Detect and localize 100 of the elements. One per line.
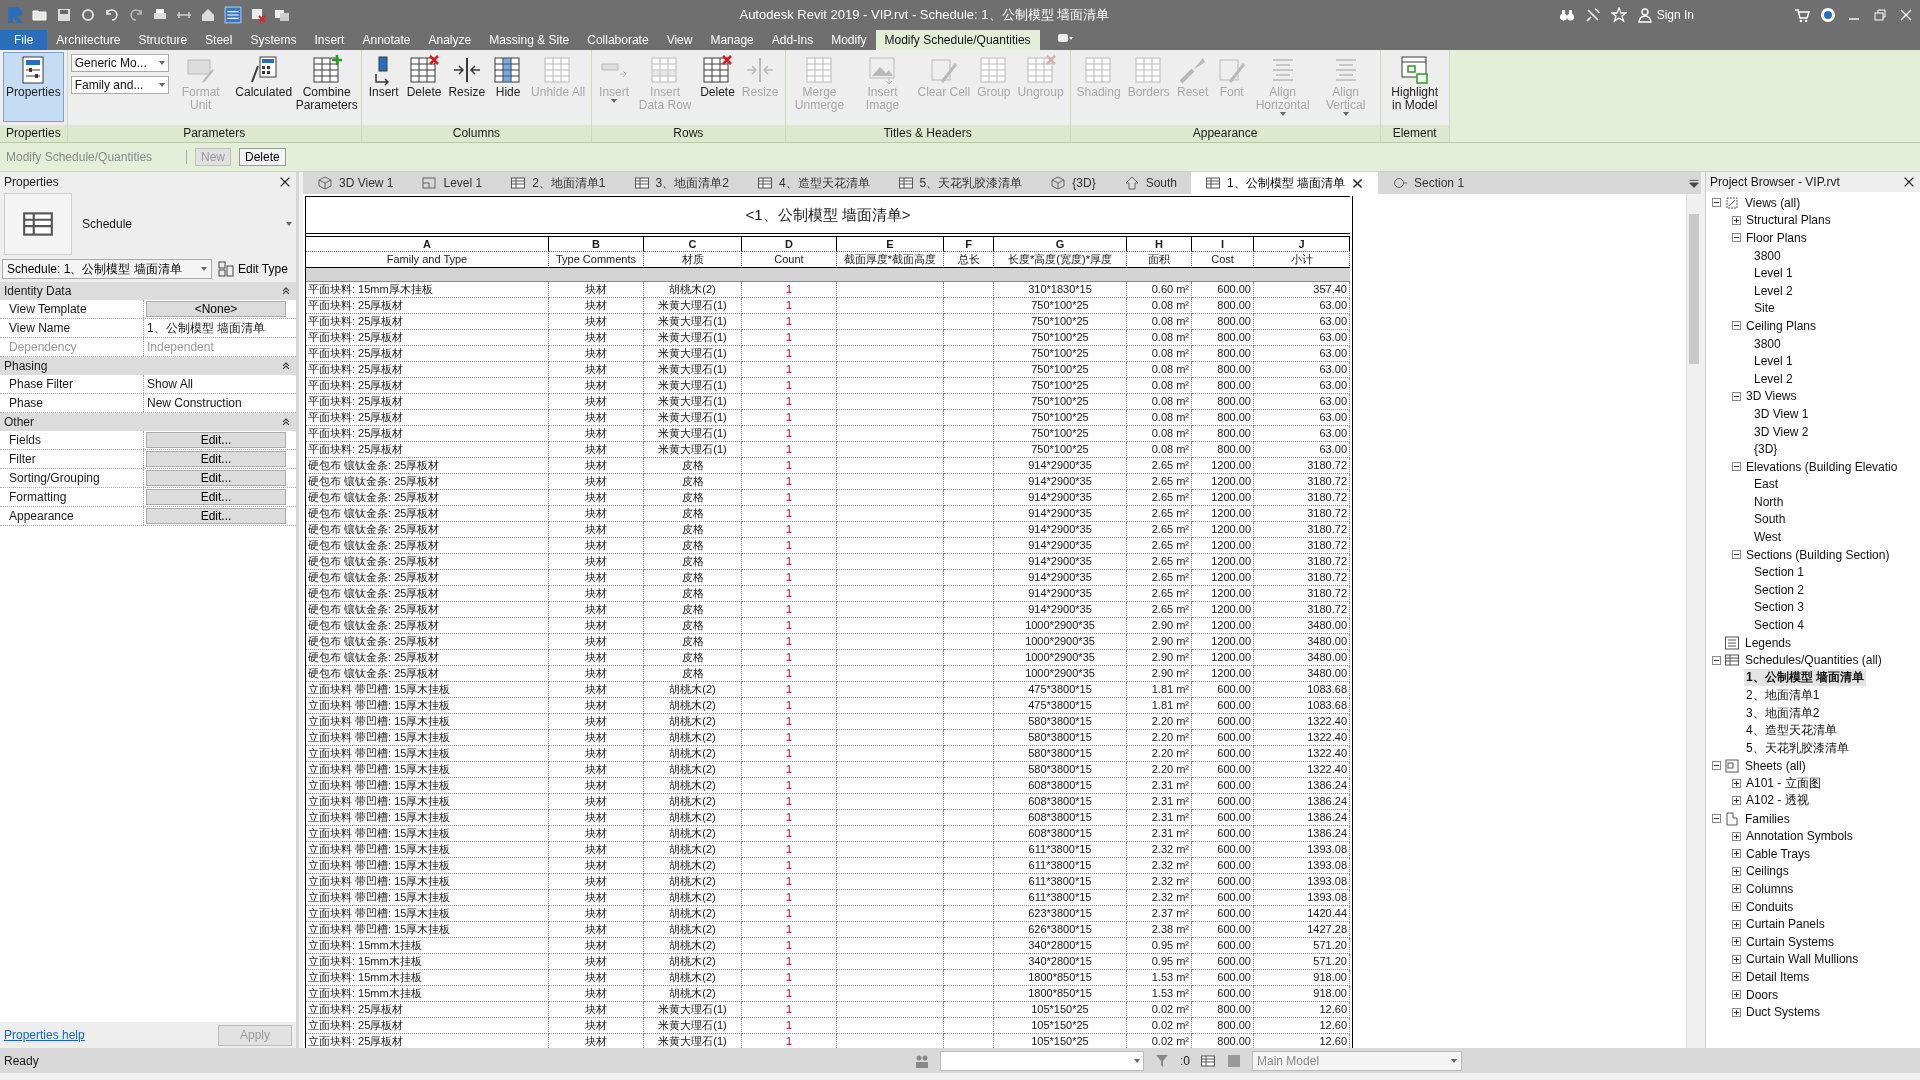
ribbon-tab[interactable]: Insert (305, 30, 354, 50)
collapse-toggle-icon[interactable] (1712, 655, 1721, 665)
collapse-toggle-icon[interactable] (1712, 814, 1721, 824)
expand-toggle-icon[interactable] (1732, 902, 1741, 912)
tree-item[interactable]: 3D Views (1744, 389, 1799, 404)
restore-icon[interactable] (1872, 7, 1888, 23)
tree-item[interactable]: Cable Trays (1744, 846, 1813, 861)
tree-item[interactable]: Elevations (Building Elevatio (1744, 459, 1900, 474)
tree-item[interactable]: Duct Systems (1744, 1005, 1822, 1020)
sign-in-button[interactable]: Sign In (1636, 7, 1694, 23)
switch-windows-icon[interactable] (274, 7, 290, 23)
group-header[interactable]: Phasing (0, 357, 296, 375)
ribbon-button[interactable]: Highlight in Model (1383, 52, 1446, 122)
ribbon-tab[interactable]: Modify (822, 30, 876, 50)
expand-toggle-icon[interactable] (1732, 972, 1741, 982)
cart-icon[interactable] (1794, 7, 1810, 23)
tree-item[interactable]: Structural Plans (1744, 213, 1833, 228)
tree-item[interactable]: A102 - 透视 (1744, 792, 1811, 810)
document-tab[interactable]: South (1109, 172, 1191, 194)
column-letter[interactable]: E (837, 236, 944, 251)
tree-item[interactable]: Curtain Panels (1744, 917, 1827, 932)
instance-dropdown[interactable]: Schedule: 1、公制模型 墙面清单 (2, 259, 212, 279)
expand-toggle-icon[interactable] (1732, 866, 1741, 876)
tree-item[interactable]: Legends (1743, 635, 1794, 650)
property-value[interactable]: New Construction (144, 394, 296, 412)
close-icon[interactable] (1902, 175, 1916, 189)
tree-item[interactable]: Level 1 (1752, 266, 1795, 281)
tree-item[interactable]: Curtain Systems (1744, 934, 1837, 949)
document-tab[interactable]: 1、公制模型 墙面清单 (1191, 172, 1378, 194)
document-tab[interactable]: Section 1 (1378, 172, 1479, 194)
tree-item[interactable]: North (1752, 494, 1786, 509)
tree-item[interactable]: South (1752, 512, 1788, 527)
property-button[interactable]: Edit... (146, 489, 286, 505)
ribbon-button[interactable]: Resize (445, 52, 489, 122)
column-letter[interactable]: F (944, 236, 994, 251)
ribbon-tab[interactable]: Modify Schedule/Quantities (875, 30, 1040, 50)
column-letter[interactable]: A (306, 236, 549, 251)
tree-item[interactable]: East (1752, 477, 1780, 492)
tree-item[interactable]: Level 1 (1752, 354, 1795, 369)
tree-item[interactable]: Doors (1744, 987, 1780, 1002)
property-button[interactable]: Edit... (146, 508, 286, 524)
expand-toggle-icon[interactable] (1732, 990, 1741, 999)
expand-toggle-icon[interactable] (1732, 1007, 1741, 1017)
collapse-toggle-icon[interactable] (1712, 761, 1721, 771)
collapse-toggle-icon[interactable] (1732, 462, 1741, 472)
column-letter[interactable]: G (994, 236, 1127, 251)
tree-item[interactable]: Conduits (1744, 899, 1796, 914)
property-value[interactable]: 1、公制模型 墙面清单 (144, 319, 296, 337)
document-tab[interactable]: 3、地面清单2 (619, 172, 743, 194)
property-value[interactable]: Show All (144, 375, 296, 393)
expand-toggle-icon[interactable] (1732, 831, 1741, 841)
property-button[interactable]: Edit... (146, 451, 286, 467)
tree-item[interactable]: Annotation Symbols (1744, 829, 1855, 844)
column-letter[interactable]: C (644, 236, 742, 251)
ribbon-tab[interactable]: Systems (241, 30, 306, 50)
document-tab[interactable]: {3D} (1036, 172, 1110, 194)
tree-item[interactable]: 3、地面清单2 (1744, 704, 1822, 722)
expand-toggle-icon[interactable] (1732, 796, 1741, 806)
tree-item[interactable]: {3D} (1752, 442, 1780, 457)
ribbon-tab[interactable]: Analyze (419, 30, 481, 50)
ribbon-tab[interactable]: Manage (701, 30, 763, 50)
binoculars-icon[interactable] (1558, 7, 1575, 23)
group-header[interactable]: Identity Data (0, 282, 296, 300)
ribbon-tab[interactable]: View (657, 30, 702, 50)
option-button[interactable]: Delete (239, 148, 286, 166)
save-icon[interactable] (56, 7, 72, 23)
ribbon-tab[interactable]: Steel (196, 30, 242, 50)
document-tab[interactable]: 2、地面清单1 (496, 172, 620, 194)
collapse-icon[interactable] (280, 360, 292, 372)
close-windows-icon[interactable] (250, 7, 266, 23)
caret-icon[interactable] (286, 222, 292, 226)
tree-item[interactable]: Section 3 (1752, 600, 1807, 615)
tree-item[interactable]: Sections (Building Section) (1744, 547, 1892, 562)
tree-item[interactable]: 3800 (1752, 336, 1783, 351)
tree-item[interactable]: Curtain Wall Mullions (1744, 952, 1861, 967)
ribbon-tab[interactable]: Collaborate (578, 30, 658, 50)
document-tab[interactable]: Level 1 (407, 172, 497, 194)
document-tab[interactable]: 3D View 1 (303, 172, 408, 194)
tree-item[interactable]: Ceiling Plans (1744, 318, 1819, 333)
tree-item[interactable]: Level 2 (1752, 283, 1795, 298)
expand-toggle-icon[interactable] (1732, 215, 1741, 225)
collapse-toggle-icon[interactable] (1732, 233, 1741, 243)
ribbon-tab[interactable]: File (0, 30, 48, 50)
ribbon-tab[interactable]: Structure (129, 30, 197, 50)
collapse-toggle-icon[interactable] (1712, 198, 1721, 208)
property-button[interactable]: <None> (146, 301, 286, 317)
help-link[interactable]: Properties help (4, 1028, 85, 1042)
tree-item[interactable]: 3D View 2 (1752, 424, 1811, 439)
property-button[interactable]: Edit... (146, 432, 286, 448)
vertical-scrollbar[interactable] (1686, 194, 1701, 1048)
redo-icon[interactable] (128, 7, 144, 23)
group-header[interactable]: Other (0, 413, 296, 431)
tree-item[interactable]: Site (1752, 301, 1777, 316)
expand-toggle-icon[interactable] (1732, 884, 1741, 894)
schedule-icon[interactable] (224, 6, 242, 24)
ribbon-button[interactable]: Properties (3, 52, 64, 122)
ribbon-tab[interactable]: Add-Ins (762, 30, 823, 50)
ribbon-button[interactable]: Hide (489, 52, 528, 122)
property-button[interactable]: Edit... (146, 470, 286, 486)
ribbon-tab[interactable]: Annotate (353, 30, 420, 50)
